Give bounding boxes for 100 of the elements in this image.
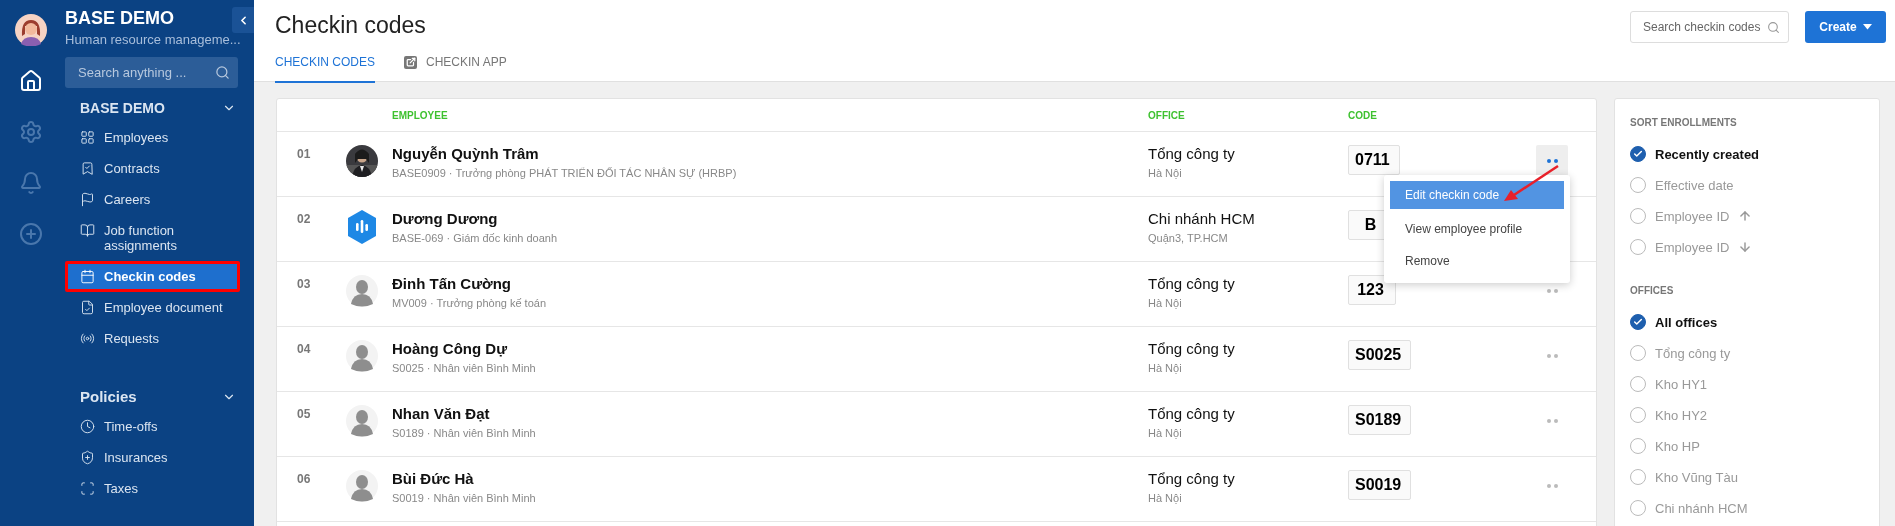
office-name: Chi nhánh HCM — [1148, 210, 1256, 227]
create-button[interactable]: Create — [1805, 11, 1886, 43]
checkin-code: 0711 — [1348, 145, 1400, 175]
tab[interactable]: CHECKIN APP — [404, 55, 507, 83]
employee-detail: BASE0909 · Trưởng phòng PHÁT TRIỂN ĐỐI TÁC NHÂN SỰ (HRBP) — [392, 167, 738, 179]
caret-icon — [1862, 24, 1872, 30]
radio-button[interactable] — [1630, 469, 1646, 485]
office-location: Quận3, TP.HCM — [1148, 232, 1229, 244]
nav-item[interactable]: Taxes — [65, 473, 240, 504]
filter-option[interactable]: Kho HP — [1630, 433, 1879, 459]
clock-icon — [80, 419, 95, 434]
radio-button[interactable] — [1630, 146, 1646, 162]
user-silhouette-icon — [346, 275, 378, 307]
radio-button[interactable] — [1630, 407, 1646, 423]
search-icon — [1767, 20, 1780, 34]
nav-item[interactable]: Requests — [65, 323, 240, 354]
nav-item[interactable]: Insurances — [65, 442, 240, 473]
external-link-icon — [404, 55, 417, 69]
employee-detail: S0025 · Nhân viên Bình Minh — [392, 362, 537, 374]
user-avatar[interactable] — [15, 14, 47, 46]
filter-option[interactable]: Employee ID — [1630, 203, 1879, 229]
filter-option[interactable]: Kho Vũng Tàu — [1630, 464, 1879, 490]
shield-icon — [80, 450, 95, 465]
hexagon-logo-icon — [346, 210, 378, 244]
pointer-arrow — [1502, 164, 1560, 202]
employee-detail: BASE-069 · Giám đốc kinh doanh — [392, 232, 559, 244]
radio-button[interactable] — [1630, 500, 1646, 516]
broadcast-icon — [80, 331, 95, 346]
flag-icon — [80, 192, 95, 207]
file-icon — [80, 300, 95, 315]
nav-item[interactable]: Employee document — [65, 292, 240, 323]
user-silhouette-icon — [346, 405, 378, 437]
employee-name: Nguyễn Quỳnh Trâm — [392, 145, 540, 162]
plus-circle-icon[interactable] — [18, 221, 44, 247]
checkin-code: 123 — [1348, 275, 1396, 305]
filter-title: OFFICES — [1630, 285, 1675, 296]
office-location: Hà Nội — [1148, 297, 1183, 309]
office-location: Hà Nội — [1148, 427, 1183, 439]
filter-option[interactable]: Effective date — [1630, 172, 1879, 198]
employee-name: Hoàng Công Dự — [392, 340, 508, 357]
row-number: 04 — [296, 341, 312, 358]
row-number: 05 — [296, 406, 312, 423]
employee-name: Bùi Đức Hà — [392, 470, 475, 487]
nav-item[interactable]: Careers — [65, 184, 240, 215]
filter-option[interactable]: Kho HY2 — [1630, 402, 1879, 428]
radio-button[interactable] — [1630, 345, 1646, 361]
filter-option[interactable]: All offices — [1630, 309, 1879, 335]
calendar-icon — [80, 269, 95, 284]
filter-option[interactable]: Chi nhánh HCM — [1630, 495, 1879, 521]
user-silhouette-icon — [346, 340, 378, 372]
settings-icon[interactable] — [18, 119, 44, 145]
tab[interactable]: CHECKIN CODES — [275, 55, 375, 83]
bell-icon[interactable] — [18, 170, 44, 196]
nav-item[interactable]: Checkin codes — [65, 261, 240, 292]
section-title: BASE DEMO — [80, 100, 165, 116]
radio-button[interactable] — [1630, 177, 1646, 193]
row-number: 01 — [296, 146, 312, 163]
filter-option[interactable]: Employee ID — [1630, 234, 1879, 260]
filter-option[interactable]: Recently created — [1630, 141, 1879, 167]
search-icon — [215, 65, 230, 80]
check-icon — [1633, 317, 1643, 327]
radio-button[interactable] — [1630, 208, 1646, 224]
check-icon — [1633, 149, 1643, 159]
home-icon[interactable] — [18, 68, 44, 94]
page-title: Checkin codes — [275, 12, 427, 39]
row-number: 03 — [296, 276, 312, 293]
row-number: 02 — [296, 211, 312, 228]
app-subtitle: Human resource manageme... — [65, 32, 242, 47]
column-header: EMPLOYEE — [392, 109, 449, 121]
section-title: Policies — [80, 388, 137, 405]
menu-item[interactable]: Remove — [1390, 245, 1564, 277]
filter-option[interactable]: Tổng công ty — [1630, 340, 1879, 366]
user-silhouette-icon — [346, 470, 378, 502]
row-number: 06 — [296, 471, 312, 488]
employee-detail: S0019 · Nhân viên Bình Minh — [392, 492, 537, 504]
employee-name: Đinh Tấn Cường — [392, 275, 512, 292]
frame-icon — [80, 481, 95, 496]
search-field[interactable]: Search anything ... — [65, 57, 238, 88]
grid-icon — [80, 130, 95, 145]
employee-detail: MV009 · Trưởng phòng kế toán — [392, 297, 547, 309]
filter-option[interactable]: Kho HY1 — [1630, 371, 1879, 397]
radio-button[interactable] — [1630, 438, 1646, 454]
search-field[interactable]: Search checkin codes — [1630, 11, 1789, 43]
office-name: Tổng công ty — [1148, 145, 1236, 162]
nav-item[interactable]: Contracts — [65, 153, 240, 184]
filter-title: SORT ENROLLMENTS — [1630, 117, 1738, 128]
radio-button[interactable] — [1630, 239, 1646, 255]
office-location: Hà Nội — [1148, 167, 1183, 179]
radio-button[interactable] — [1630, 376, 1646, 392]
menu-item[interactable]: Edit checkin code — [1390, 181, 1564, 209]
nav-item[interactable]: Job function assignments — [65, 215, 240, 261]
office-name: Tổng công ty — [1148, 405, 1236, 422]
collapse-button[interactable] — [232, 7, 254, 33]
book-icon — [80, 223, 95, 238]
radio-button[interactable] — [1630, 314, 1646, 330]
column-header: CODE — [1348, 109, 1378, 121]
checkin-code: S0019 — [1348, 470, 1412, 500]
nav-item[interactable]: Time-offs — [65, 411, 240, 442]
nav-item[interactable]: Employees — [65, 122, 240, 153]
office-name: Tổng công ty — [1148, 470, 1236, 487]
